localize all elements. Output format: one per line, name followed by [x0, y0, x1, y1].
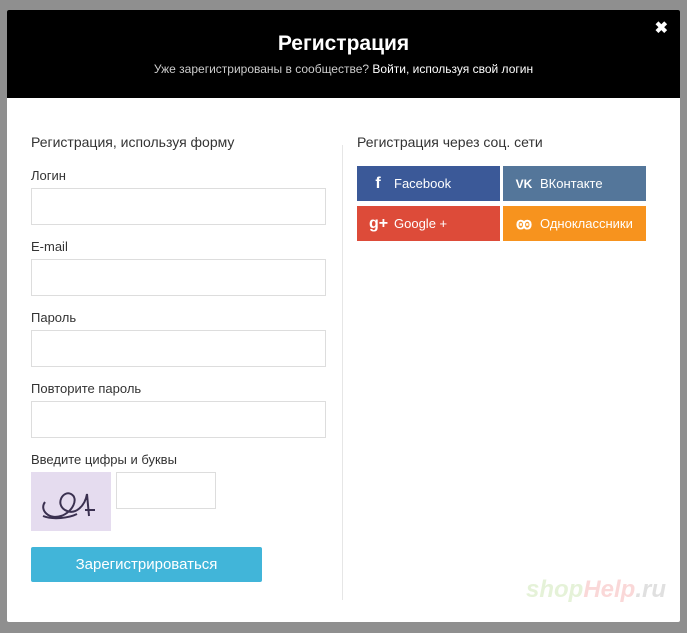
watermark-logo: shopHelp.ru: [525, 576, 666, 603]
register-button[interactable]: Зарегистрироваться: [31, 547, 262, 582]
registration-modal: Регистрация Уже зарегистрированы в сообщ…: [7, 10, 680, 622]
facebook-icon: f: [375, 174, 381, 192]
odnoklassniki-icon: ꙭ: [515, 215, 533, 233]
repeat-password-input[interactable]: [31, 401, 326, 438]
login-label: Логин: [31, 168, 66, 183]
facebook-button[interactable]: f Facebook: [357, 166, 500, 201]
modal-title: Регистрация: [277, 32, 410, 55]
vkontakte-button[interactable]: VK ВКонтакте: [503, 166, 646, 201]
email-label: E-mail: [31, 239, 68, 254]
google-plus-button[interactable]: g+ Google +: [357, 206, 500, 241]
password-input[interactable]: [31, 330, 326, 367]
captcha-image: [31, 472, 111, 531]
modal-header: Регистрация Уже зарегистрированы в сообщ…: [7, 10, 680, 98]
modal-subtitle: Уже зарегистрированы в сообществе? Войти…: [153, 62, 534, 76]
social-heading: Регистрация через соц. сети: [357, 134, 543, 150]
captcha-input[interactable]: [116, 472, 216, 509]
google-plus-icon: g+: [369, 214, 389, 232]
form-heading: Регистрация, используя форму: [31, 134, 235, 150]
column-divider: [342, 145, 343, 600]
repeat-password-label: Повторите пароль: [31, 381, 142, 396]
close-icon[interactable]: ✖: [655, 18, 668, 38]
login-link[interactable]: Войти, используя свой логин: [372, 62, 533, 76]
odnoklassniki-button[interactable]: ꙭ Одноклассники: [503, 206, 646, 241]
vk-icon: VK: [515, 176, 533, 191]
password-label: Пароль: [31, 310, 77, 325]
email-input[interactable]: [31, 259, 326, 296]
login-input[interactable]: [31, 188, 326, 225]
captcha-label: Введите цифры и буквы: [31, 452, 177, 467]
